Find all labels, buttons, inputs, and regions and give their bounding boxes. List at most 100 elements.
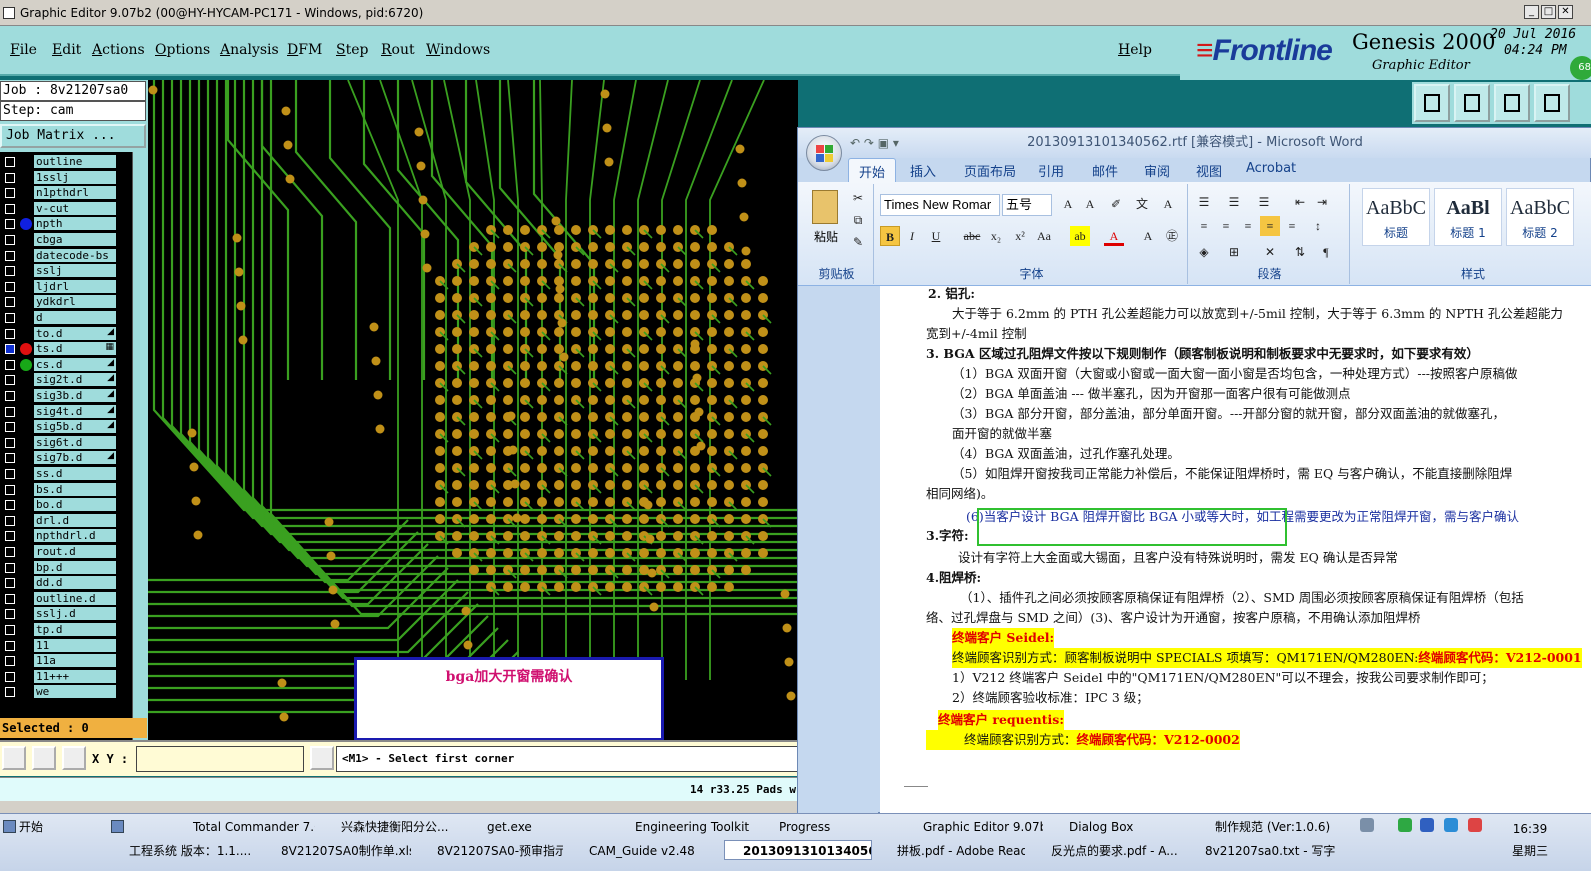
layer-row[interactable]: v-cut <box>0 201 132 217</box>
grid-tool-icon[interactable] <box>62 746 86 770</box>
copy-icon[interactable]: ⧉ <box>848 210 868 230</box>
menu-analysis[interactable]: Analysis <box>220 42 279 58</box>
layer-row[interactable]: ss.d <box>0 466 132 482</box>
task-wordpad[interactable]: 8v21207sa0.txt - 写字板 <box>1186 840 1336 860</box>
job-matrix-button[interactable]: Job Matrix ... <box>0 124 146 148</box>
layer-name[interactable]: ydkdrl <box>34 295 116 309</box>
layer-name[interactable]: ts.d <box>34 342 116 356</box>
grow-font-icon[interactable]: A <box>1058 194 1078 214</box>
minimize-button[interactable]: _ <box>1524 5 1539 19</box>
layer-name[interactable]: v-cut <box>34 201 116 215</box>
layer-row[interactable]: sig7b.d ◢ <box>0 450 132 466</box>
layer-checkbox[interactable] <box>5 297 15 308</box>
layer-checkbox[interactable] <box>5 469 15 479</box>
layer-name[interactable]: 11a <box>34 654 116 668</box>
measure-tool-icon[interactable] <box>32 746 56 770</box>
layer-scrollbar[interactable] <box>132 152 146 762</box>
security-icon[interactable] <box>1420 818 1434 832</box>
layer-row[interactable]: 11 <box>0 638 132 654</box>
layer-checkbox[interactable] <box>5 203 15 214</box>
shading-icon[interactable]: ◈ <box>1194 242 1214 262</box>
quick-launch[interactable] <box>108 816 160 836</box>
layer-row[interactable]: d <box>0 310 132 326</box>
layer-name[interactable]: sig5b.d <box>34 420 116 434</box>
style-heading-2[interactable]: AaBbC 标题 2 <box>1506 188 1574 246</box>
layer-name[interactable]: cbga <box>34 233 116 246</box>
layer-name[interactable]: rout.d <box>34 545 116 558</box>
border-char-icon[interactable]: A <box>1158 194 1178 214</box>
increase-indent-icon[interactable]: ⇥ <box>1312 192 1332 212</box>
menu-edit[interactable]: Edit <box>52 42 81 58</box>
tab-acrobat[interactable]: Acrobat <box>1246 161 1296 176</box>
tab-references[interactable]: 引用 <box>1038 161 1064 180</box>
layer-name[interactable]: sslj.d <box>34 607 116 621</box>
layer-name[interactable]: npth <box>34 217 116 231</box>
task-xls[interactable]: 8V21207SA0制作单.xls... <box>262 840 412 860</box>
layer-checkbox[interactable] <box>5 640 15 651</box>
layer-checkbox[interactable] <box>5 484 15 495</box>
layer-checkbox[interactable] <box>5 406 15 417</box>
layer-checkbox[interactable] <box>5 375 15 386</box>
layer-row[interactable]: ydkdrl <box>0 294 132 310</box>
layer-checkbox[interactable] <box>5 578 15 589</box>
layer-checkbox[interactable] <box>5 437 15 448</box>
pcb-canvas[interactable] <box>148 80 798 740</box>
layer-name[interactable]: sslj <box>34 264 116 278</box>
font-name-select[interactable]: Times New Romar <box>880 194 1000 216</box>
layer-row[interactable]: sig2t.d ◢ <box>0 372 132 388</box>
menu-file[interactable]: File <box>10 42 37 58</box>
menu-dfm[interactable]: DFM <box>287 42 322 58</box>
tab-review[interactable]: 审阅 <box>1144 161 1170 180</box>
layer-checkbox[interactable] <box>5 609 15 620</box>
layer-row[interactable]: sig6t.d <box>0 435 132 451</box>
xy-input[interactable] <box>136 746 304 772</box>
task-progress[interactable]: Progress <box>760 816 900 836</box>
menu-options[interactable]: Options <box>155 42 210 58</box>
layer-checkbox[interactable] <box>5 344 15 355</box>
underline-button[interactable]: U <box>926 226 946 246</box>
layer-row[interactable]: datecode-bs <box>0 248 132 264</box>
distribute-icon[interactable]: ≡ <box>1282 216 1302 236</box>
home-icon[interactable] <box>1494 84 1530 122</box>
chinese-layout-icon[interactable]: ✕ <box>1260 242 1280 262</box>
layer-name[interactable]: ss.d <box>34 467 116 480</box>
layer-name[interactable]: datecode-bs <box>34 248 116 262</box>
layer-checkbox[interactable] <box>5 359 15 370</box>
justify-icon[interactable]: ≡ <box>1260 216 1280 236</box>
layer-name[interactable]: tp.d <box>34 623 116 636</box>
layer-checkbox[interactable] <box>5 328 15 339</box>
layer-row[interactable]: npthdrl.d <box>0 528 132 544</box>
tab-mailings[interactable]: 邮件 <box>1092 161 1118 180</box>
task-graphic-editor[interactable]: Graphic Editor 9.07b2... <box>904 816 1044 836</box>
layer-row[interactable]: outline.d <box>0 591 132 607</box>
layer-row[interactable]: ljdrl <box>0 279 132 295</box>
bluetooth-icon[interactable] <box>1444 818 1458 832</box>
layer-name[interactable]: ljdrl <box>34 279 116 293</box>
layer-row[interactable]: sig4t.d ◢ <box>0 404 132 420</box>
task-cam-guide[interactable]: CAM_Guide v2.48 <box>570 840 716 860</box>
layer-row[interactable]: 1sslj <box>0 170 132 186</box>
layer-name[interactable]: outline.d <box>34 591 116 605</box>
font-size-select[interactable]: 五号 <box>1002 194 1052 216</box>
start-button[interactable]: 开始 <box>0 816 60 836</box>
shrink-font-icon[interactable]: A <box>1080 194 1100 214</box>
quick-access-toolbar[interactable]: ↶ ↷ ▣ ▾ <box>850 136 899 150</box>
layer-row[interactable]: drl.d <box>0 513 132 529</box>
layer-row[interactable]: bp.d <box>0 560 132 576</box>
menu-windows[interactable]: Windows <box>426 42 490 58</box>
layer-row[interactable]: npth <box>0 216 132 232</box>
task-total-commander[interactable]: Total Commander 7.0 ... <box>174 816 316 836</box>
task-word[interactable]: 2013091310134056... <box>724 840 872 860</box>
tab-layout[interactable]: 页面布局 <box>964 161 1016 180</box>
task-engineering-toolkit[interactable]: Engineering Toolkit 9.... <box>616 816 752 836</box>
style-title[interactable]: AaBbC 标题 <box>1362 188 1430 246</box>
layer-checkbox[interactable] <box>5 562 15 573</box>
task-review[interactable]: 8V21207SA0-预审指示... <box>418 840 564 860</box>
layer-name[interactable]: n1pthdrl <box>34 186 116 200</box>
subscript-button[interactable]: x₂ <box>986 226 1006 246</box>
layer-name[interactable]: 1sslj <box>34 170 116 184</box>
layer-row[interactable]: bs.d <box>0 482 132 498</box>
layer-name[interactable]: bo.d <box>34 498 116 512</box>
zoom-tool-icon[interactable] <box>2 746 26 770</box>
info-icon[interactable] <box>310 746 334 770</box>
